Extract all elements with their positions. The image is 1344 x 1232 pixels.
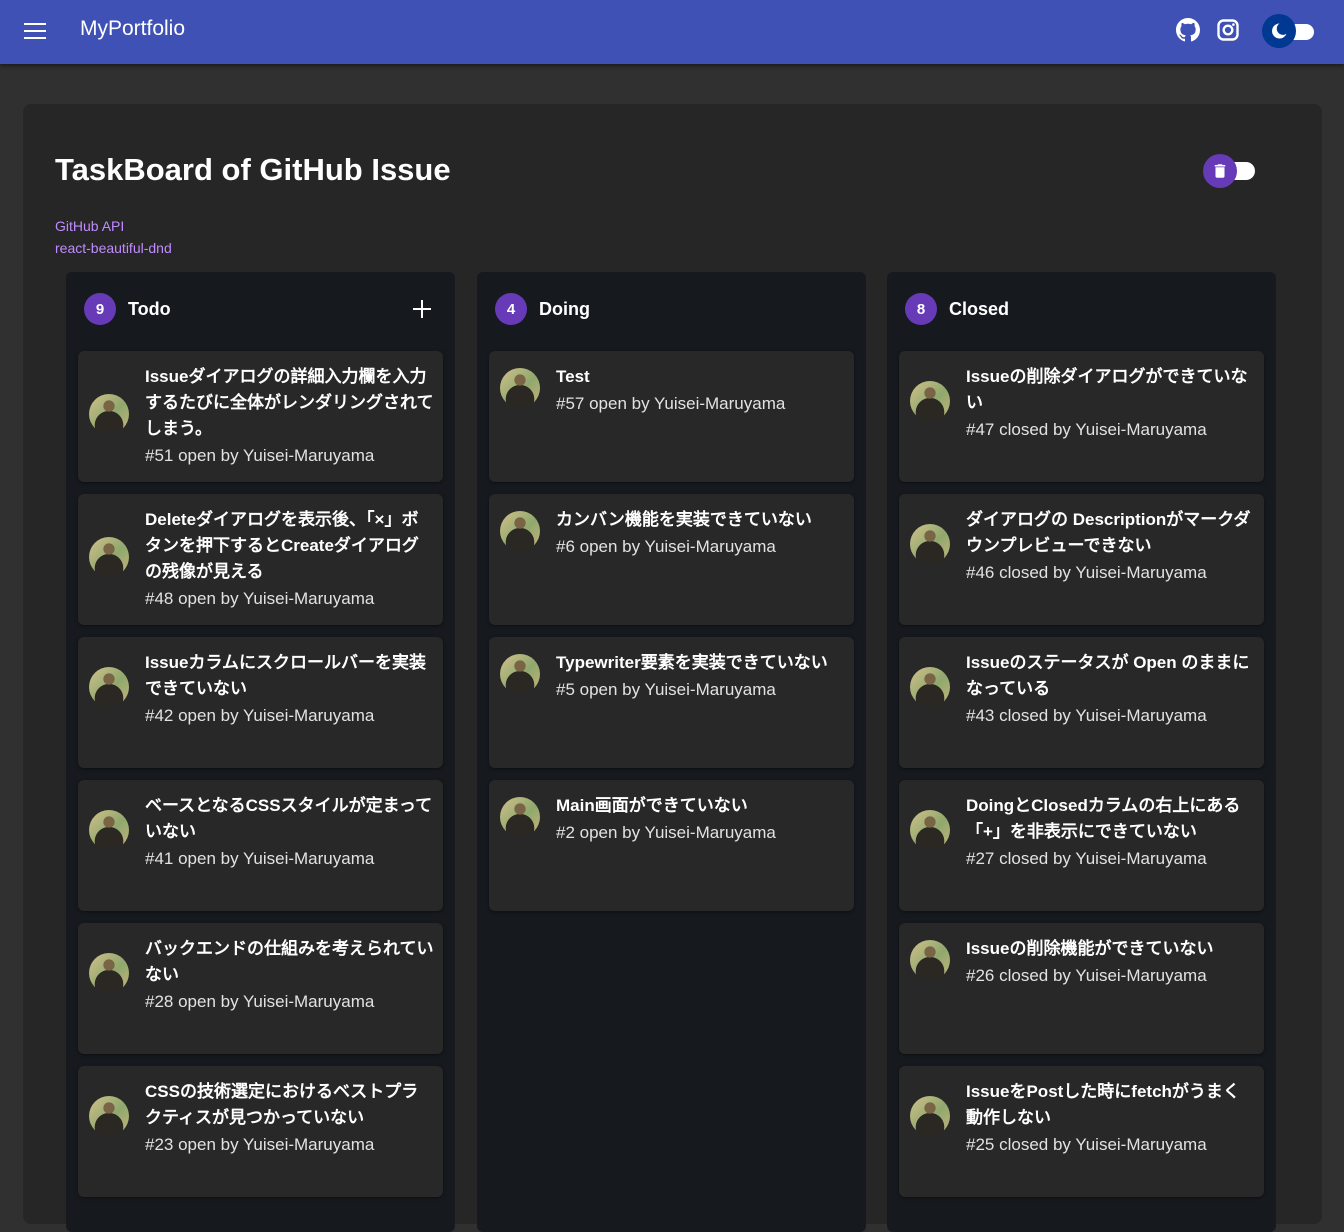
issue-card[interactable]: Issueのステータスが Open のままになっている #43 closed by… — [899, 637, 1264, 768]
issue-card[interactable]: ベースとなるCSSスタイルが定まっていない #41 open by Yuisei-… — [78, 780, 443, 911]
issue-count-badge: 8 — [905, 293, 937, 325]
issue-title: Deleteダイアログを表示後、「×」ボタンを押下するとCreateダイアログの… — [145, 510, 419, 581]
dark-mode-toggle[interactable] — [1262, 14, 1318, 48]
column-title: Todo — [128, 299, 171, 319]
issue-meta: #46 closed by Yuisei-Maruyama — [966, 563, 1207, 582]
menu-icon[interactable] — [20, 18, 50, 46]
issue-meta: #41 open by Yuisei-Maruyama — [145, 849, 375, 868]
issue-card[interactable]: CSSの技術選定におけるベストプラクティスが見つかっていない #23 open b… — [78, 1066, 443, 1197]
issue-card[interactable]: DoingとClosedカラムの右上にある「+」を非表示にできていない #27 c… — [899, 780, 1264, 911]
issue-meta: #28 open by Yuisei-Maruyama — [145, 992, 375, 1011]
avatar — [910, 810, 950, 850]
issue-card[interactable]: Main画面ができていない #2 open by Yuisei-Maruyama — [489, 780, 854, 911]
avatar — [910, 1096, 950, 1136]
issue-title: Issueカラムにスクロールバーを実装できていない — [145, 653, 426, 698]
issue-title: ダイアログの Descriptionがマークダウンプレビューできない — [966, 510, 1251, 555]
issue-card[interactable]: Typewriter要素を実装できていない #5 open by Yuisei-M… — [489, 637, 854, 768]
issue-meta: #48 open by Yuisei-Maruyama — [145, 589, 375, 608]
issue-title: DoingとClosedカラムの右上にある「+」を非表示にできていない — [966, 796, 1241, 841]
issue-card[interactable]: バックエンドの仕組みを考えられていない #28 open by Yuisei-Ma… — [78, 923, 443, 1054]
issue-title: CSSの技術選定におけるベストプラクティスが見つかっていない — [145, 1082, 419, 1127]
issue-title: Issueのステータスが Open のままになっている — [966, 653, 1250, 698]
issue-title: カンバン機能を実装できていない — [556, 510, 812, 529]
issue-title: Issueの削除ダイアログができていない — [966, 367, 1248, 412]
github-icon[interactable] — [1176, 18, 1200, 42]
issue-card[interactable]: Test #57 open by Yuisei-Maruyama — [489, 351, 854, 482]
issue-card[interactable]: Issueの削除機能ができていない #26 closed by Yuisei-Ma… — [899, 923, 1264, 1054]
avatar — [89, 537, 129, 577]
column-todo: 9 Todo Issueダイアログの詳細入力欄を入力するたびに全体がレンダリング… — [66, 272, 455, 1232]
issue-card[interactable]: IssueをPostした時にfetchがうまく動作しない #25 closed b… — [899, 1066, 1264, 1197]
issue-card[interactable]: Deleteダイアログを表示後、「×」ボタンを押下するとCreateダイアログの… — [78, 494, 443, 625]
issue-card[interactable]: Issueカラムにスクロールバーを実装できていない #42 open by Yui… — [78, 637, 443, 768]
avatar — [910, 667, 950, 707]
issue-meta: #51 open by Yuisei-Maruyama — [145, 446, 375, 465]
avatar — [910, 524, 950, 564]
delete-mode-toggle[interactable] — [1203, 152, 1283, 190]
issue-card[interactable]: Issueの削除ダイアログができていない #47 closed by Yuisei… — [899, 351, 1264, 482]
issue-card[interactable]: Issueダイアログの詳細入力欄を入力するたびに全体がレンダリングされてしまう。… — [78, 351, 443, 482]
avatar — [89, 667, 129, 707]
github-api-link[interactable]: GitHub API — [55, 218, 124, 234]
avatar — [500, 511, 540, 551]
react-beautiful-dnd-link[interactable]: react-beautiful-dnd — [55, 240, 172, 256]
issue-title: Issueダイアログの詳細入力欄を入力するたびに全体がレンダリングされてしまう。 — [145, 367, 434, 438]
app-bar: MyPortfolio — [0, 0, 1344, 64]
column-doing: 4 Doing Test #57 open by Yuisei-Maruyama … — [477, 272, 866, 1232]
issue-meta: #6 open by Yuisei-Maruyama — [556, 537, 776, 556]
avatar — [500, 654, 540, 694]
issue-meta: #42 open by Yuisei-Maruyama — [145, 706, 375, 725]
avatar — [500, 368, 540, 408]
taskboard-card: TaskBoard of GitHub Issue GitHub API rea… — [23, 104, 1322, 1232]
avatar — [89, 953, 129, 993]
issue-meta: #57 open by Yuisei-Maruyama — [556, 394, 786, 413]
column-title: Closed — [949, 299, 1010, 319]
issue-meta: #5 open by Yuisei-Maruyama — [556, 680, 776, 699]
issue-count-badge: 4 — [495, 293, 527, 325]
avatar — [500, 797, 540, 837]
avatar — [89, 1096, 129, 1136]
issue-title: Typewriter要素を実装できていない — [556, 653, 828, 672]
issue-meta: #43 closed by Yuisei-Maruyama — [966, 706, 1207, 725]
avatar — [89, 810, 129, 850]
issue-card[interactable]: ダイアログの Descriptionがマークダウンプレビューできない #46 cl… — [899, 494, 1264, 625]
issue-title: バックエンドの仕組みを考えられていない — [145, 939, 434, 984]
issue-title: ベースとなるCSSスタイルが定まっていない — [145, 796, 433, 841]
issue-title: IssueをPostした時にfetchがうまく動作しない — [966, 1082, 1240, 1127]
avatar — [89, 394, 129, 434]
issue-meta: #27 closed by Yuisei-Maruyama — [966, 849, 1207, 868]
issue-meta: #23 open by Yuisei-Maruyama — [145, 1135, 375, 1154]
trash-icon — [1203, 154, 1237, 188]
instagram-icon[interactable] — [1216, 18, 1240, 42]
column-closed: 8 Closed Issueの削除ダイアログができていない #47 closed … — [887, 272, 1276, 1232]
issue-count-badge: 9 — [84, 293, 116, 325]
issue-title: Test — [556, 367, 590, 386]
page-title: TaskBoard of GitHub Issue — [55, 152, 451, 187]
issue-meta: #26 closed by Yuisei-Maruyama — [966, 966, 1207, 985]
issue-title: Issueの削除機能ができていない — [966, 939, 1214, 958]
moon-icon — [1262, 14, 1296, 48]
issue-meta: #2 open by Yuisei-Maruyama — [556, 823, 776, 842]
issue-title: Main画面ができていない — [556, 796, 748, 815]
column-title: Doing — [539, 299, 590, 319]
avatar — [910, 940, 950, 980]
issue-card[interactable]: カンバン機能を実装できていない #6 open by Yuisei-Maruyam… — [489, 494, 854, 625]
issue-meta: #47 closed by Yuisei-Maruyama — [966, 420, 1207, 439]
issue-meta: #25 closed by Yuisei-Maruyama — [966, 1135, 1207, 1154]
add-issue-button[interactable] — [410, 297, 434, 321]
app-title[interactable]: MyPortfolio — [80, 17, 185, 41]
avatar — [910, 381, 950, 421]
